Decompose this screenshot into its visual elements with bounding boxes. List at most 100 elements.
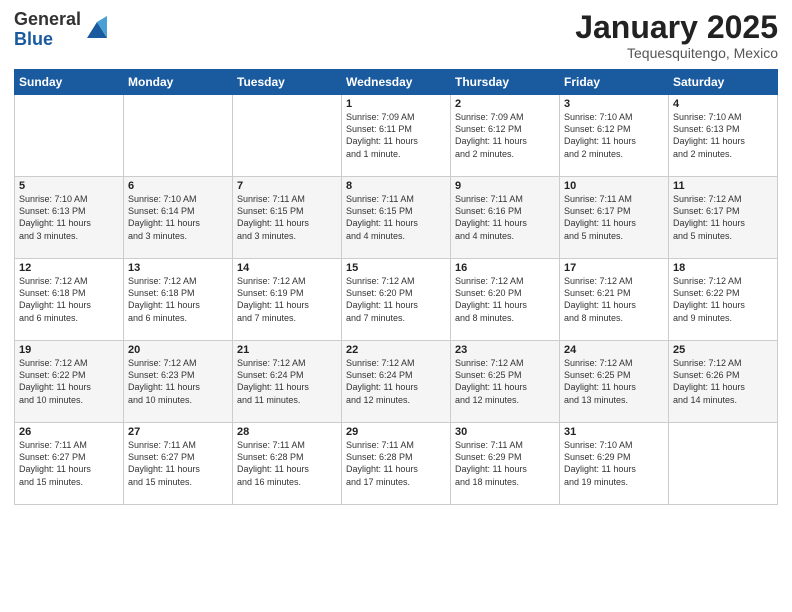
table-row: 4Sunrise: 7:10 AM Sunset: 6:13 PM Daylig… xyxy=(669,95,778,177)
table-row: 22Sunrise: 7:12 AM Sunset: 6:24 PM Dayli… xyxy=(342,341,451,423)
day-number: 25 xyxy=(673,344,773,356)
header-sunday: Sunday xyxy=(15,70,124,95)
header-saturday: Saturday xyxy=(669,70,778,95)
table-row: 19Sunrise: 7:12 AM Sunset: 6:22 PM Dayli… xyxy=(15,341,124,423)
day-number: 20 xyxy=(128,344,228,356)
day-info: Sunrise: 7:11 AM Sunset: 6:16 PM Dayligh… xyxy=(455,193,555,242)
day-number: 19 xyxy=(19,344,119,356)
day-number: 15 xyxy=(346,262,446,274)
table-row: 10Sunrise: 7:11 AM Sunset: 6:17 PM Dayli… xyxy=(560,177,669,259)
day-info: Sunrise: 7:10 AM Sunset: 6:13 PM Dayligh… xyxy=(19,193,119,242)
table-row: 25Sunrise: 7:12 AM Sunset: 6:26 PM Dayli… xyxy=(669,341,778,423)
day-number: 28 xyxy=(237,426,337,438)
day-number: 24 xyxy=(564,344,664,356)
day-number: 1 xyxy=(346,98,446,110)
day-number: 29 xyxy=(346,426,446,438)
table-row xyxy=(669,423,778,505)
day-number: 4 xyxy=(673,98,773,110)
day-info: Sunrise: 7:12 AM Sunset: 6:18 PM Dayligh… xyxy=(128,275,228,324)
logo-icon xyxy=(83,14,111,42)
table-row: 27Sunrise: 7:11 AM Sunset: 6:27 PM Dayli… xyxy=(124,423,233,505)
table-row: 17Sunrise: 7:12 AM Sunset: 6:21 PM Dayli… xyxy=(560,259,669,341)
day-number: 16 xyxy=(455,262,555,274)
day-info: Sunrise: 7:10 AM Sunset: 6:29 PM Dayligh… xyxy=(564,439,664,488)
calendar-week-3: 12 Sunrise: 7:12 AM Sunset: 6:18 PM Dayli… xyxy=(15,259,778,341)
table-row: 9Sunrise: 7:11 AM Sunset: 6:16 PM Daylig… xyxy=(451,177,560,259)
header-monday: Monday xyxy=(124,70,233,95)
table-row: 28Sunrise: 7:11 AM Sunset: 6:28 PM Dayli… xyxy=(233,423,342,505)
day-info: Sunrise: 7:10 AM Sunset: 6:14 PM Dayligh… xyxy=(128,193,228,242)
table-row: 23Sunrise: 7:12 AM Sunset: 6:25 PM Dayli… xyxy=(451,341,560,423)
day-number: 22 xyxy=(346,344,446,356)
table-row: 6Sunrise: 7:10 AM Sunset: 6:14 PM Daylig… xyxy=(124,177,233,259)
day-number: 2 xyxy=(455,98,555,110)
day-info: Sunrise: 7:12 AM Sunset: 6:23 PM Dayligh… xyxy=(128,357,228,406)
table-row: 18Sunrise: 7:12 AM Sunset: 6:22 PM Dayli… xyxy=(669,259,778,341)
table-row: 21Sunrise: 7:12 AM Sunset: 6:24 PM Dayli… xyxy=(233,341,342,423)
day-info: Sunrise: 7:12 AM Sunset: 6:19 PM Dayligh… xyxy=(237,275,337,324)
header-thursday: Thursday xyxy=(451,70,560,95)
day-number: 27 xyxy=(128,426,228,438)
day-info: Sunrise: 7:11 AM Sunset: 6:17 PM Dayligh… xyxy=(564,193,664,242)
day-info: Sunrise: 7:12 AM Sunset: 6:22 PM Dayligh… xyxy=(19,357,119,406)
table-row xyxy=(124,95,233,177)
table-row: 29Sunrise: 7:11 AM Sunset: 6:28 PM Dayli… xyxy=(342,423,451,505)
day-number: 10 xyxy=(564,180,664,192)
title-block: January 2025 Tequesquitengo, Mexico xyxy=(575,10,778,61)
day-info: Sunrise: 7:11 AM Sunset: 6:27 PM Dayligh… xyxy=(128,439,228,488)
day-number: 12 xyxy=(19,262,119,274)
day-number: 23 xyxy=(455,344,555,356)
table-row: 16Sunrise: 7:12 AM Sunset: 6:20 PM Dayli… xyxy=(451,259,560,341)
calendar-week-2: 5Sunrise: 7:10 AM Sunset: 6:13 PM Daylig… xyxy=(15,177,778,259)
calendar-table: Sunday Monday Tuesday Wednesday Thursday… xyxy=(14,69,778,505)
day-info: Sunrise: 7:11 AM Sunset: 6:15 PM Dayligh… xyxy=(346,193,446,242)
day-info: Sunrise: 7:12 AM Sunset: 6:25 PM Dayligh… xyxy=(564,357,664,406)
table-row: 30Sunrise: 7:11 AM Sunset: 6:29 PM Dayli… xyxy=(451,423,560,505)
day-info: Sunrise: 7:11 AM Sunset: 6:27 PM Dayligh… xyxy=(19,439,119,488)
table-row: 1Sunrise: 7:09 AM Sunset: 6:11 PM Daylig… xyxy=(342,95,451,177)
day-number: 30 xyxy=(455,426,555,438)
table-row: 20Sunrise: 7:12 AM Sunset: 6:23 PM Dayli… xyxy=(124,341,233,423)
day-info: Sunrise: 7:12 AM Sunset: 6:24 PM Dayligh… xyxy=(237,357,337,406)
table-row: 7Sunrise: 7:11 AM Sunset: 6:15 PM Daylig… xyxy=(233,177,342,259)
day-number: 9 xyxy=(455,180,555,192)
location: Tequesquitengo, Mexico xyxy=(575,45,778,61)
calendar-week-4: 19Sunrise: 7:12 AM Sunset: 6:22 PM Dayli… xyxy=(15,341,778,423)
day-number: 3 xyxy=(564,98,664,110)
table-row: 24Sunrise: 7:12 AM Sunset: 6:25 PM Dayli… xyxy=(560,341,669,423)
table-row: 5Sunrise: 7:10 AM Sunset: 6:13 PM Daylig… xyxy=(15,177,124,259)
day-info: Sunrise: 7:10 AM Sunset: 6:12 PM Dayligh… xyxy=(564,111,664,160)
day-info: Sunrise: 7:12 AM Sunset: 6:17 PM Dayligh… xyxy=(673,193,773,242)
day-info: Sunrise: 7:12 AM Sunset: 6:20 PM Dayligh… xyxy=(455,275,555,324)
day-number: 11 xyxy=(673,180,773,192)
header-friday: Friday xyxy=(560,70,669,95)
day-info: Sunrise: 7:12 AM Sunset: 6:21 PM Dayligh… xyxy=(564,275,664,324)
header: General Blue January 2025 Tequesquitengo… xyxy=(14,10,778,61)
table-row xyxy=(15,95,124,177)
table-row: 26Sunrise: 7:11 AM Sunset: 6:27 PM Dayli… xyxy=(15,423,124,505)
table-row: 14Sunrise: 7:12 AM Sunset: 6:19 PM Dayli… xyxy=(233,259,342,341)
calendar-week-1: 1Sunrise: 7:09 AM Sunset: 6:11 PM Daylig… xyxy=(15,95,778,177)
day-number: 17 xyxy=(564,262,664,274)
table-row: 11Sunrise: 7:12 AM Sunset: 6:17 PM Dayli… xyxy=(669,177,778,259)
table-row: 12Sunrise: 7:12 AM Sunset: 6:18 PM Dayli… xyxy=(15,259,124,341)
day-number: 31 xyxy=(564,426,664,438)
day-number: 13 xyxy=(128,262,228,274)
table-row: 15Sunrise: 7:12 AM Sunset: 6:20 PM Dayli… xyxy=(342,259,451,341)
calendar-week-5: 26Sunrise: 7:11 AM Sunset: 6:27 PM Dayli… xyxy=(15,423,778,505)
day-info: Sunrise: 7:11 AM Sunset: 6:28 PM Dayligh… xyxy=(346,439,446,488)
calendar-header-row: Sunday Monday Tuesday Wednesday Thursday… xyxy=(15,70,778,95)
table-row: 31Sunrise: 7:10 AM Sunset: 6:29 PM Dayli… xyxy=(560,423,669,505)
table-row: 13Sunrise: 7:12 AM Sunset: 6:18 PM Dayli… xyxy=(124,259,233,341)
table-row: 8Sunrise: 7:11 AM Sunset: 6:15 PM Daylig… xyxy=(342,177,451,259)
day-info: Sunrise: 7:11 AM Sunset: 6:28 PM Dayligh… xyxy=(237,439,337,488)
day-info: Sunrise: 7:11 AM Sunset: 6:15 PM Dayligh… xyxy=(237,193,337,242)
logo-text: General Blue xyxy=(14,10,81,50)
day-number: 18 xyxy=(673,262,773,274)
day-info: Sunrise: 7:12 AM Sunset: 6:25 PM Dayligh… xyxy=(455,357,555,406)
day-info: Sunrise: 7:12 AM Sunset: 6:26 PM Dayligh… xyxy=(673,357,773,406)
table-row: 2Sunrise: 7:09 AM Sunset: 6:12 PM Daylig… xyxy=(451,95,560,177)
day-info: Sunrise: 7:09 AM Sunset: 6:12 PM Dayligh… xyxy=(455,111,555,160)
day-info: Sunrise: 7:12 AM Sunset: 6:20 PM Dayligh… xyxy=(346,275,446,324)
page-container: General Blue January 2025 Tequesquitengo… xyxy=(0,0,792,612)
